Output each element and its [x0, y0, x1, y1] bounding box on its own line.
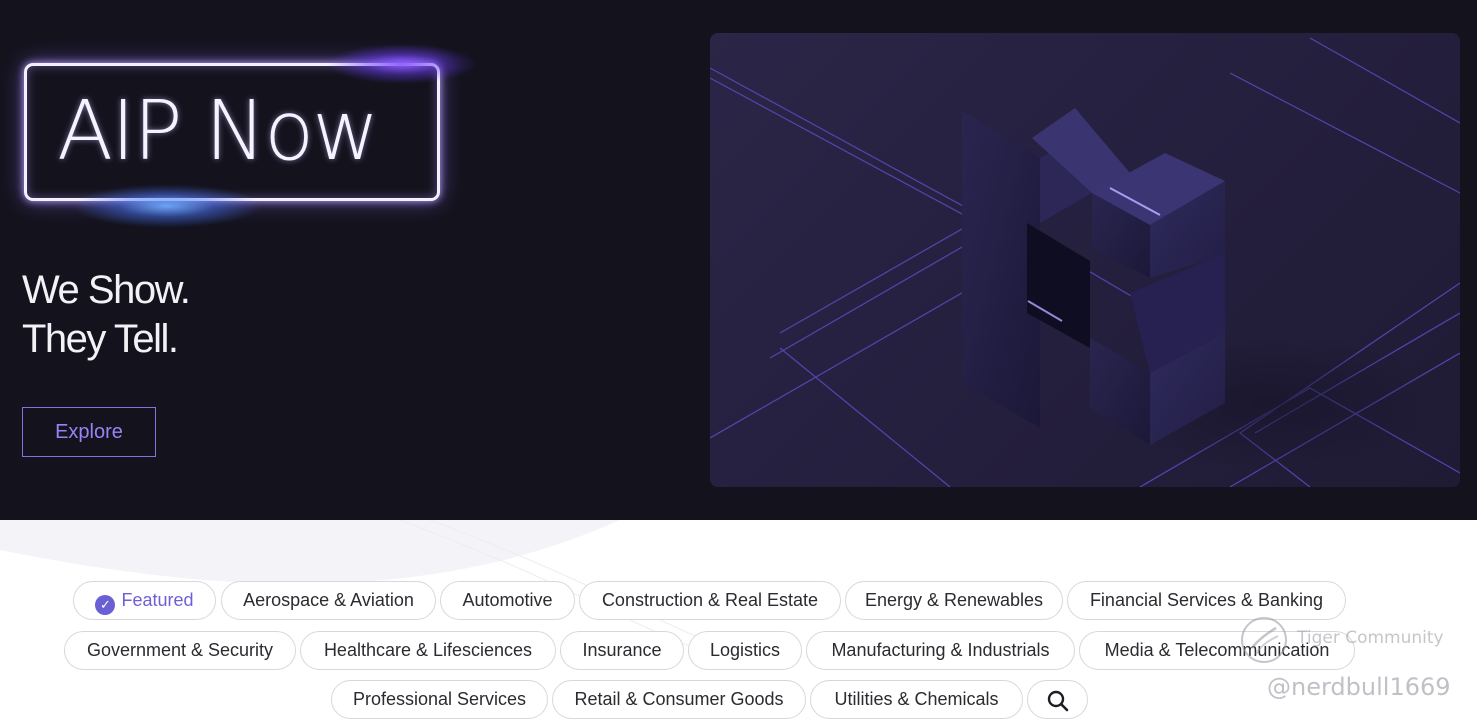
hero-illustration	[710, 33, 1460, 487]
aip-now-logo: AIP Now	[24, 44, 477, 228]
filter-retail[interactable]: Retail & Consumer Goods	[552, 680, 806, 719]
filter-aerospace[interactable]: Aerospace & Aviation	[221, 581, 436, 620]
filter-insurance[interactable]: Insurance	[560, 631, 684, 670]
hero-banner: AIP Now We Show. They Tell. Explore	[0, 0, 1477, 520]
watermark-community: Tiger Community	[1297, 628, 1444, 648]
logo-text: AIP Now	[57, 84, 379, 179]
filter-automotive[interactable]: Automotive	[440, 581, 575, 620]
logo-glow-bottom	[72, 184, 262, 228]
isometric-logo-illustration	[710, 37, 1460, 487]
watermark-username: @nerdbull1669	[1267, 673, 1451, 701]
filter-label: Featured	[121, 590, 194, 610]
logo-glow-top	[327, 44, 477, 84]
tagline-line-1: We Show.	[22, 268, 191, 312]
filter-construction[interactable]: Construction & Real Estate	[579, 581, 841, 620]
filter-government[interactable]: Government & Security	[64, 631, 296, 670]
industry-filters: ✓ Featured Aerospace & Aviation Automotiv…	[0, 520, 1477, 722]
search-icon	[1047, 690, 1069, 712]
filter-healthcare[interactable]: Healthcare & Lifesciences	[300, 631, 556, 670]
filter-manufacturing[interactable]: Manufacturing & Industrials	[806, 631, 1075, 670]
filter-logistics[interactable]: Logistics	[688, 631, 802, 670]
filter-featured[interactable]: ✓ Featured	[73, 581, 216, 620]
filter-utilities[interactable]: Utilities & Chemicals	[810, 680, 1023, 719]
hero-tagline: We Show. They Tell.	[22, 266, 322, 364]
tagline-line-2: They Tell.	[22, 317, 179, 361]
filter-financial[interactable]: Financial Services & Banking	[1067, 581, 1346, 620]
tiger-logo-icon	[1241, 617, 1287, 663]
explore-button[interactable]: Explore	[22, 407, 156, 457]
check-badge-icon: ✓	[95, 595, 116, 615]
filter-energy[interactable]: Energy & Renewables	[845, 581, 1063, 620]
filter-professional[interactable]: Professional Services	[331, 680, 548, 719]
search-button[interactable]	[1027, 680, 1088, 719]
